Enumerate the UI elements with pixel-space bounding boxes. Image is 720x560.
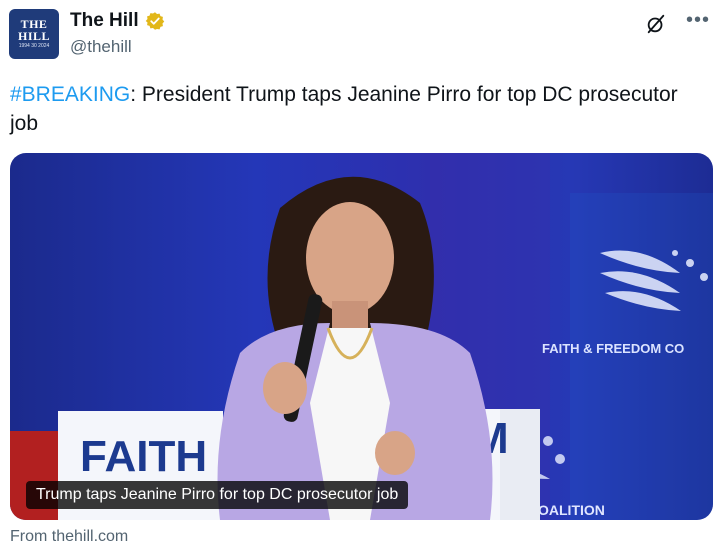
author-row: The Hill bbox=[70, 10, 165, 32]
tweet-actions: ••• bbox=[644, 10, 710, 36]
card-caption: Trump taps Jeanine Pirro for top DC pros… bbox=[26, 481, 409, 509]
display-name[interactable]: The Hill bbox=[70, 10, 139, 32]
grok-icon[interactable] bbox=[644, 12, 668, 36]
banner-text: FAITH & FREEDOM CO bbox=[542, 341, 684, 356]
card-image: FAITH & FREEDOM CO EDOM COALITION FAITH … bbox=[10, 153, 713, 520]
hashtag-link[interactable]: #BREAKING bbox=[10, 83, 130, 106]
avatar-line-2: HILL bbox=[17, 29, 50, 43]
link-card[interactable]: FAITH & FREEDOM CO EDOM COALITION FAITH … bbox=[10, 153, 713, 520]
more-options-icon[interactable]: ••• bbox=[686, 8, 710, 32]
tweet-text: #BREAKING: President Trump taps Jeanine … bbox=[10, 80, 710, 138]
avatar-line-3: 1994 30 2024 bbox=[18, 43, 50, 49]
verified-badge-icon bbox=[145, 12, 164, 30]
account-handle[interactable]: @thehill bbox=[70, 37, 132, 57]
podium-text: FAITH bbox=[80, 432, 207, 481]
avatar[interactable]: THE HILL 1994 30 2024 bbox=[9, 9, 59, 59]
source-link[interactable]: From thehill.com bbox=[10, 528, 128, 546]
